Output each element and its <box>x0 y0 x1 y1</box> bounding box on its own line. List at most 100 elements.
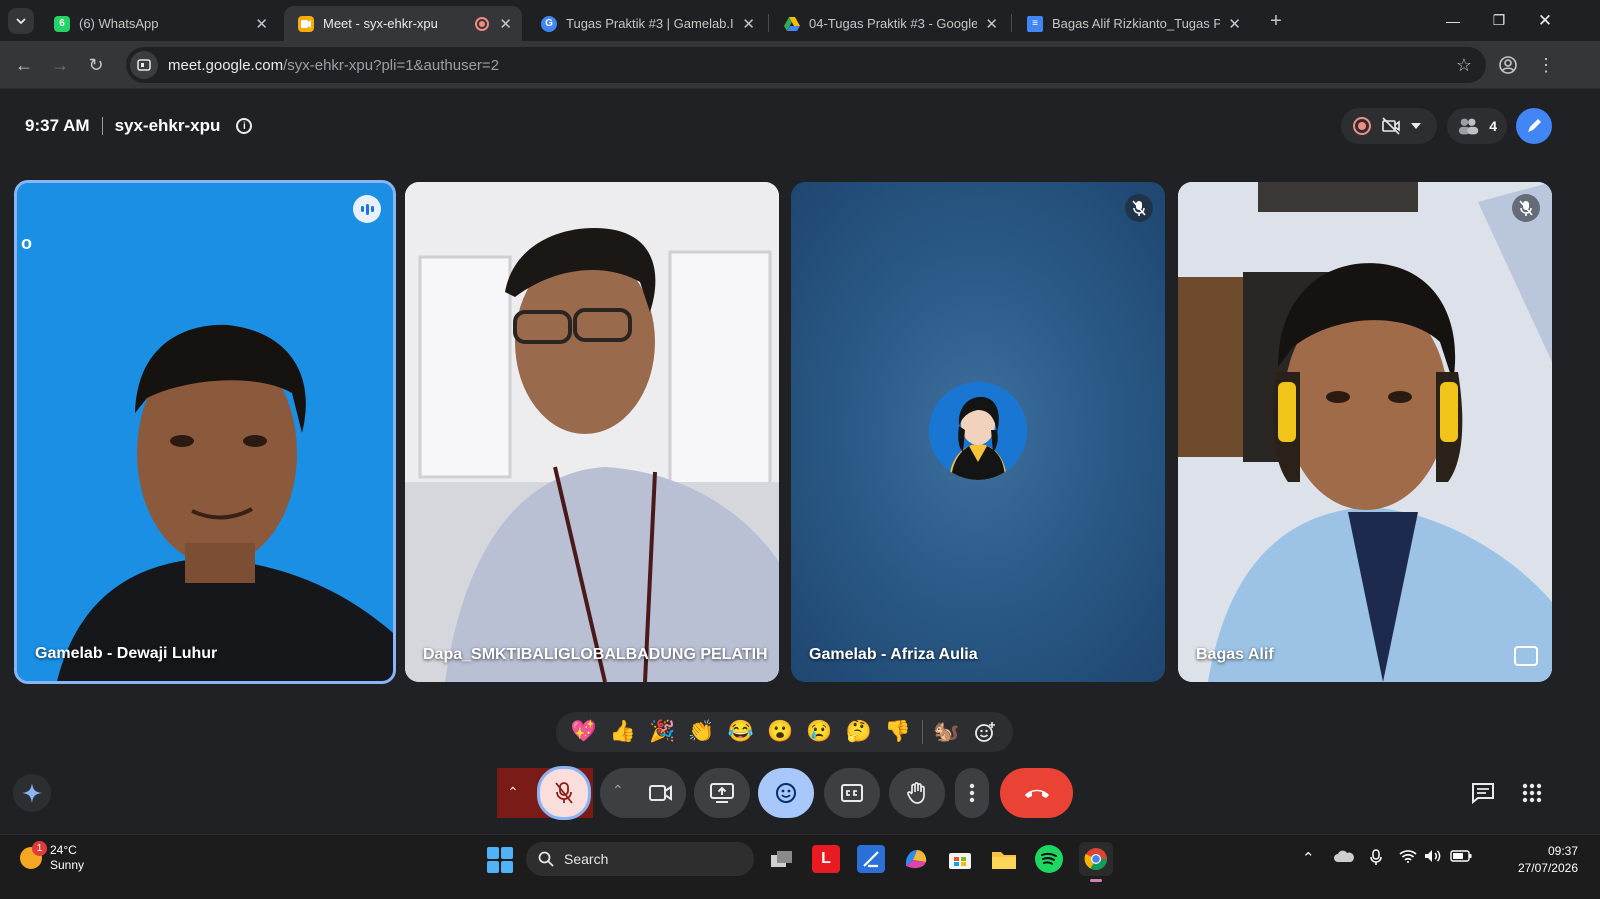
leave-call-button[interactable] <box>1000 768 1073 818</box>
forward-button[interactable]: → <box>46 51 74 79</box>
reaction-heart[interactable]: 💖 <box>564 712 603 752</box>
recording-status-pill[interactable] <box>1341 108 1437 144</box>
spotify-icon[interactable] <box>1035 845 1063 873</box>
task-view-icon[interactable] <box>768 845 796 873</box>
meeting-info-icon[interactable]: i <box>236 118 253 134</box>
volume-icon[interactable] <box>1424 849 1442 867</box>
microphone-tray-icon[interactable] <box>1370 849 1382 869</box>
recording-icon <box>1353 117 1371 135</box>
close-tab-icon[interactable]: ✕ <box>499 15 512 33</box>
google-drive-icon <box>784 16 800 32</box>
end-call-icon <box>1024 789 1049 798</box>
gemini-sparkle-button[interactable] <box>13 774 51 812</box>
present-screen-button[interactable] <box>694 768 750 818</box>
battery-icon[interactable] <box>1450 849 1472 866</box>
system-clock[interactable]: 09:37 27/07/2026 <box>1518 843 1578 877</box>
weather-widget[interactable]: 1 24°C Sunny <box>20 841 84 873</box>
minimize-button[interactable]: — <box>1430 0 1476 41</box>
camera-options-chevron-icon[interactable]: ⌃ <box>612 782 624 799</box>
search-icon <box>538 851 554 867</box>
tab-meet[interactable]: Meet - syx-ehkr-xpu ✕ <box>284 6 522 41</box>
participant-name: Gamelab - Afriza Aulia <box>809 646 978 663</box>
chrome-taskbar-icon[interactable] <box>1079 842 1113 882</box>
close-tab-icon[interactable]: ✕ <box>255 15 268 33</box>
participants-button[interactable]: 4 <box>1447 108 1507 144</box>
participant-video <box>1178 182 1552 682</box>
reaction-party[interactable]: 🎉 <box>643 712 682 752</box>
captions-button[interactable] <box>824 768 880 818</box>
clock-time: 09:37 <box>1547 844 1578 858</box>
file-explorer-icon[interactable] <box>990 845 1018 873</box>
clock-date: 27/07/2026 <box>1517 861 1578 875</box>
reload-button[interactable]: ↻ <box>82 51 110 79</box>
app-l-icon[interactable]: L <box>812 845 840 873</box>
close-tab-icon[interactable]: ✕ <box>1228 15 1241 33</box>
windows-taskbar: 1 24°C Sunny Search L ⌃ 09:37 27/07/2026 <box>0 834 1600 899</box>
temperature: 24°C <box>50 843 77 857</box>
close-tab-icon[interactable]: ✕ <box>742 15 755 33</box>
mic-off-icon <box>1512 194 1540 222</box>
chrome-menu-icon[interactable]: ⋮ <box>1532 51 1560 79</box>
activities-button[interactable] <box>1517 778 1547 808</box>
reaction-clap[interactable]: 👏 <box>682 712 721 752</box>
participant-tile-afriza[interactable]: Gamelab - Afriza Aulia <box>791 182 1165 682</box>
tab-title: Bagas Alif Rizkianto_Tugas Prak <box>1052 16 1221 31</box>
camera-toggle-button[interactable] <box>636 768 686 818</box>
active-app-indicator <box>1090 879 1102 882</box>
raise-hand-icon <box>907 782 925 804</box>
host-controls-button[interactable] <box>1516 108 1552 144</box>
participant-tile-dapa[interactable]: Dapa_SMKTIBALIGLOBALBADUNG PELATIH <box>405 182 779 682</box>
app-pen-icon[interactable] <box>857 845 885 873</box>
bookmark-star-icon[interactable]: ☆ <box>1456 55 1472 76</box>
back-button[interactable]: ← <box>10 51 38 79</box>
participant-tile-dewaji[interactable]: o Gamelab - Dewaji Luhur <box>14 180 396 684</box>
taskbar-search[interactable]: Search <box>526 842 754 876</box>
windows-start-button[interactable] <box>487 847 513 873</box>
tab-search-button[interactable] <box>8 8 34 34</box>
mic-toggle-button[interactable] <box>537 766 591 820</box>
recording-icon <box>475 16 490 31</box>
tab-divider <box>1011 14 1012 32</box>
reaction-thumbs-up[interactable]: 👍 <box>603 712 642 752</box>
tab-google-drive[interactable]: 04-Tugas Praktik #3 - Google D ✕ <box>770 6 1008 41</box>
tab-google-docs[interactable]: ≡ Bagas Alif Rizkianto_Tugas Prak ✕ <box>1013 6 1251 41</box>
reactions-button[interactable] <box>758 768 814 818</box>
wifi-icon[interactable] <box>1399 849 1417 867</box>
profile-icon[interactable] <box>1494 51 1522 79</box>
reaction-thumbs-down[interactable]: 👎 <box>878 712 917 752</box>
tab-gamelab[interactable]: G Tugas Praktik #3 | Gamelab.ID | ✕ <box>527 6 765 41</box>
browser-tab-strip: 6 (6) WhatsApp ✕ Meet - syx-ehkr-xpu ✕ G… <box>0 0 1600 41</box>
close-tab-icon[interactable]: ✕ <box>985 15 998 33</box>
microsoft-store-icon[interactable] <box>946 845 974 873</box>
tab-whatsapp[interactable]: 6 (6) WhatsApp ✕ <box>40 6 278 41</box>
close-window-button[interactable]: ✕ <box>1522 0 1568 41</box>
chat-button[interactable] <box>1468 778 1498 808</box>
reaction-laugh[interactable]: 😂 <box>721 712 760 752</box>
picture-in-picture-icon[interactable] <box>1514 646 1538 666</box>
onedrive-icon[interactable] <box>1334 849 1354 867</box>
raise-hand-button[interactable] <box>889 768 945 818</box>
copilot-icon[interactable] <box>902 845 930 873</box>
more-options-button[interactable] <box>955 768 989 818</box>
new-tab-button[interactable]: + <box>1262 8 1290 34</box>
svg-text:o: o <box>21 233 32 253</box>
closed-captions-icon <box>841 784 863 802</box>
meeting-time: 9:37 AM <box>25 116 90 135</box>
participant-tile-bagas[interactable]: Bagas Alif <box>1178 182 1552 682</box>
mic-options-chevron-icon[interactable]: ⌃ <box>507 784 519 801</box>
reaction-surprised[interactable]: 😮 <box>760 712 799 752</box>
sun-icon: 1 <box>20 841 47 869</box>
reaction-thinking[interactable]: 🤔 <box>839 712 878 752</box>
site-info-icon[interactable] <box>130 51 158 79</box>
restore-button[interactable]: ❐ <box>1476 0 1522 41</box>
mic-off-icon <box>1125 194 1153 222</box>
reaction-sad[interactable]: 😢 <box>800 712 839 752</box>
reaction-squirrel[interactable]: 🐿️ <box>926 712 965 752</box>
add-reaction-icon[interactable] <box>966 712 1005 752</box>
video-camera-icon <box>649 785 672 801</box>
tray-chevron-up-icon[interactable]: ⌃ <box>1302 849 1315 867</box>
address-bar[interactable]: meet.google.com/syx-ehkr-xpu?pli=1&authu… <box>126 47 1486 83</box>
google-docs-icon: ≡ <box>1027 15 1043 32</box>
participant-video <box>405 182 779 682</box>
reaction-divider <box>921 720 923 744</box>
